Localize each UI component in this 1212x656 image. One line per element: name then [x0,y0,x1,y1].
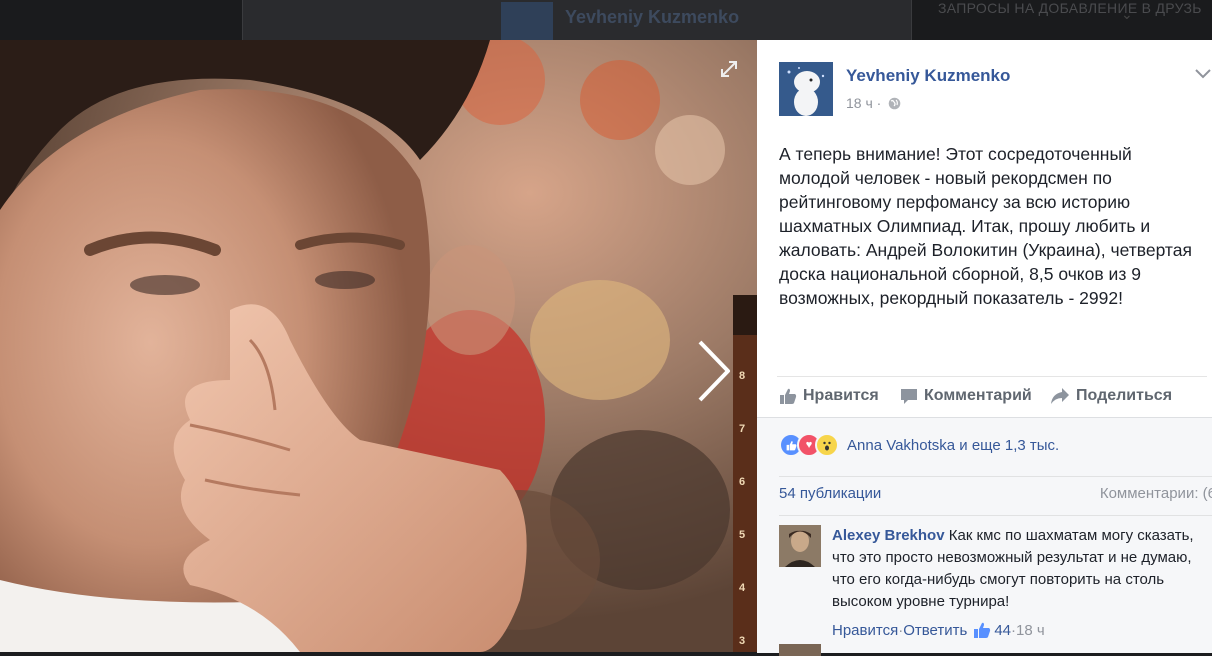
comments-count[interactable]: Комментарии: (6 [1100,485,1212,502]
next-photo-arrow-icon[interactable] [692,338,736,404]
comment-bubble-icon [901,389,917,404]
commenter-avatar[interactable] [779,525,821,567]
comment-likes[interactable]: 44 [973,621,1011,639]
comment-reply-link[interactable]: Ответить [903,622,967,639]
comment-button[interactable]: Комментарий [900,387,1032,405]
post-options-chevron-icon[interactable] [1194,66,1212,80]
background-post-header: Yevheniy Kuzmenko ⌄ [242,0,1133,40]
fullscreen-expand-icon[interactable] [718,58,740,80]
like-button[interactable]: Нравится [779,387,879,405]
share-button[interactable]: Поделиться [1050,387,1172,405]
post-photo [0,40,757,652]
thumbs-up-icon [974,622,991,638]
time-separator: · [876,95,882,111]
wow-reaction-icon [815,433,839,457]
board-rank-label: 8 [739,370,746,382]
post-text: А теперь внимание! Этот сосредоточенный … [779,144,1192,308]
board-rank-label: 4 [739,582,746,594]
post-time[interactable]: 18 ч [846,95,873,111]
post-timestamp[interactable]: 18 ч · [846,95,881,111]
comment-time[interactable]: 18 ч [1016,622,1045,639]
post-action-bar: Нравится Комментарий Поделиться [777,376,1207,417]
background-post-avatar [501,2,553,40]
board-rank-label: 3 [739,635,746,647]
author-avatar[interactable] [779,62,833,116]
photo-viewer[interactable]: 8 7 6 5 4 3 [0,40,757,652]
share-button-label: Поделиться [1076,387,1173,404]
comment-button-label: Комментарий [924,387,1032,404]
shares-comments-row: 54 публикации Комментарии: (6 [779,476,1212,516]
thumbs-up-icon [780,388,797,404]
commenter-name[interactable]: Alexey Brekhov [832,527,945,544]
share-arrow-icon [1051,388,1069,404]
post-details-panel: Yevheniy Kuzmenko 18 ч · А теперь вниман… [757,40,1212,656]
reactions-summary[interactable]: ♥ Anna Vakhotska и еще 1,3 тыс. [779,433,1059,457]
comment-body: Alexey Brekhov Как кмс по шахматам могу … [832,525,1202,613]
comment-like-link[interactable]: Нравится [832,622,898,639]
board-rank-label: 7 [739,423,746,435]
reactions-text[interactable]: Anna Vakhotska и еще 1,3 тыс. [847,437,1059,454]
background-sidebar-heading: ЗАПРОСЫ НА ДОБАВЛЕНИЕ В ДРУЗЬ [938,0,1202,16]
next-commenter-avatar[interactable] [779,644,821,656]
like-button-label: Нравится [803,387,879,404]
comment-meta: Нравится · Ответить 44 · 18 ч [832,621,1045,639]
shares-count[interactable]: 54 публикации [779,485,881,502]
globe-privacy-icon[interactable] [888,97,901,110]
post-author-name[interactable]: Yevheniy Kuzmenko [846,66,1010,86]
post-feedback-section: ♥ Anna Vakhotska и еще 1,3 тыс. 54 публи… [757,417,1212,656]
board-rank-label: 5 [739,529,746,541]
comment-likes-count: 44 [994,621,1012,639]
board-rank-label: 6 [739,476,746,488]
background-post-author: Yevheniy Kuzmenko [565,7,740,27]
